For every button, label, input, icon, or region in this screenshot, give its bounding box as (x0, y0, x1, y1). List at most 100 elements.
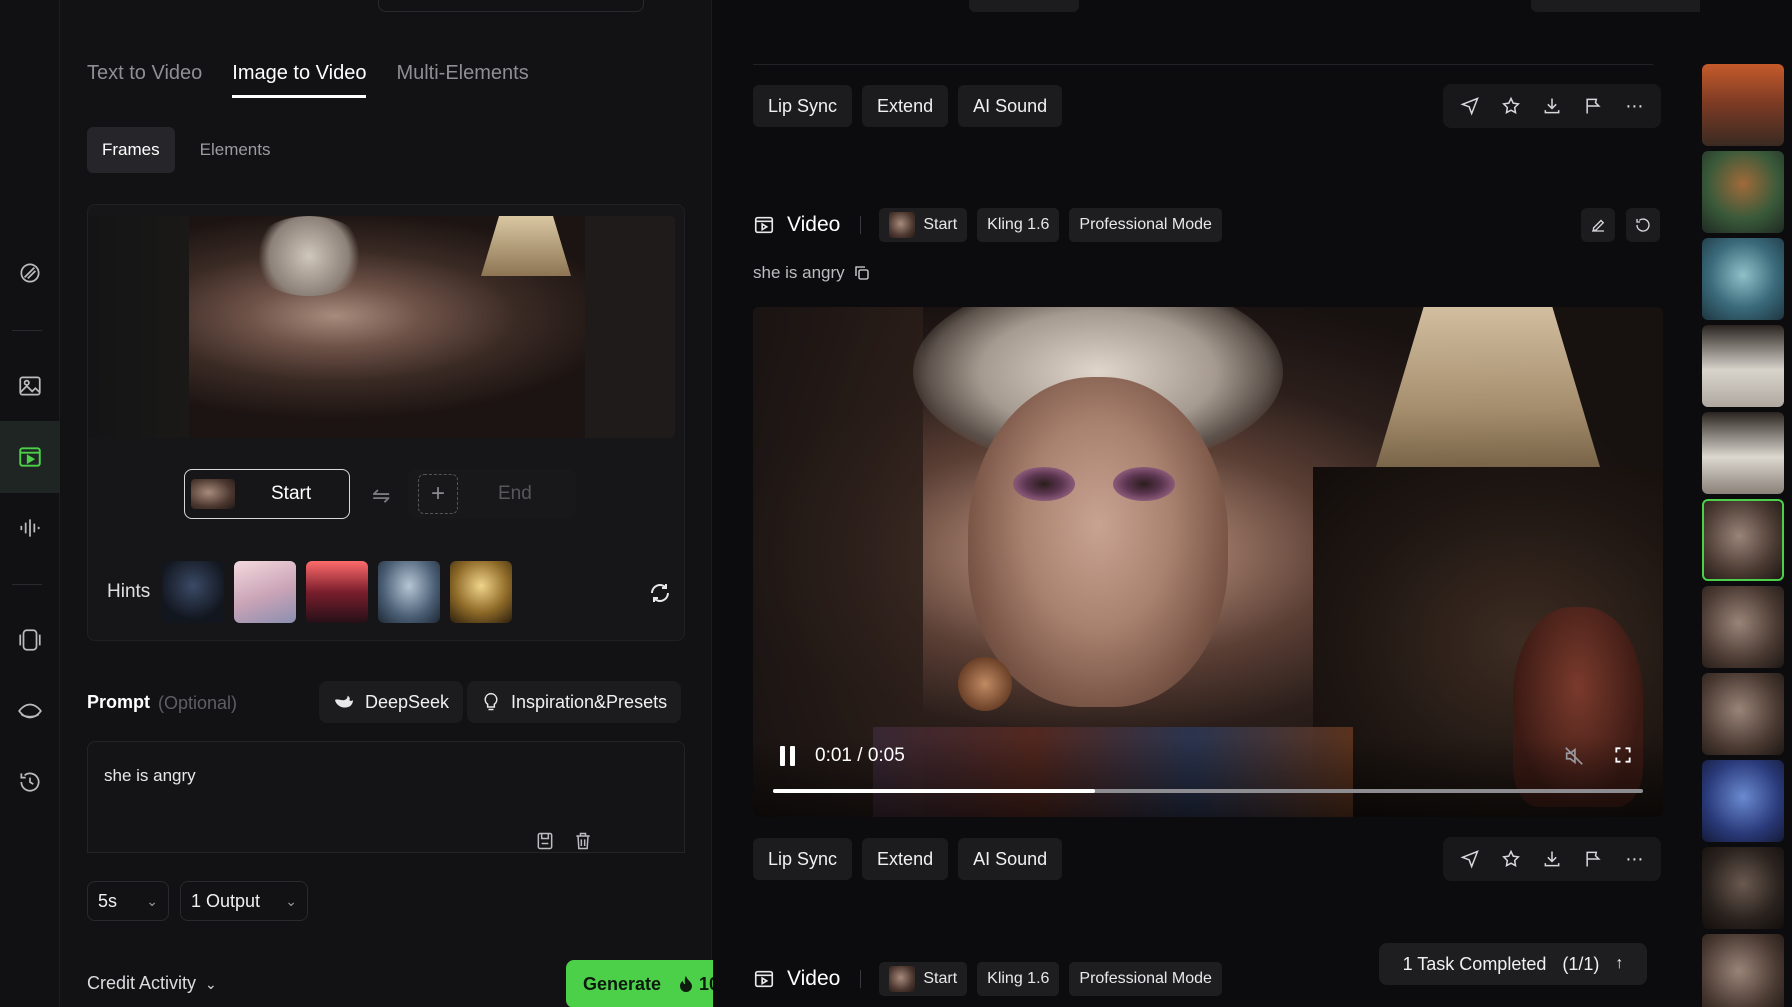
canvas-icon[interactable] (12, 622, 48, 658)
send-icon[interactable] (1458, 94, 1482, 118)
flame-icon (680, 976, 692, 992)
seek-bar[interactable] (773, 789, 1643, 793)
tab-text-to-video[interactable]: Text to Video (87, 62, 202, 98)
duration-select[interactable]: 5s ⌄ (87, 881, 169, 921)
video-eye (1013, 467, 1075, 501)
eye-icon[interactable] (12, 693, 48, 729)
history-icon[interactable] (12, 764, 48, 800)
chip-thumb (889, 966, 916, 992)
copy-icon[interactable] (853, 264, 871, 282)
video-eye (1113, 467, 1175, 501)
edit-icon[interactable] (1581, 208, 1615, 242)
history-thumb[interactable] (1702, 934, 1784, 1007)
send-icon[interactable] (1458, 847, 1482, 871)
save-icon[interactable] (534, 830, 556, 852)
pause-icon[interactable] (777, 744, 799, 768)
hint-thumb-castle[interactable] (378, 561, 440, 623)
ai-sound-button[interactable]: AI Sound (958, 85, 1063, 127)
prompt-label: Prompt (87, 692, 150, 712)
video-header-2: Video Start Kling 1.6 Professional Mode (753, 962, 1222, 996)
lip-sync-button[interactable]: Lip Sync (753, 85, 853, 127)
history-thumb[interactable] (1702, 760, 1784, 842)
start-frame-button[interactable]: Start (184, 469, 350, 519)
star-icon[interactable] (1499, 94, 1523, 118)
hint-thumb-pink[interactable] (234, 561, 296, 623)
time-separator: / (857, 745, 863, 766)
hint-thumb-sunset[interactable] (306, 561, 368, 623)
separator (860, 216, 862, 234)
chevron-down-icon: ⌄ (285, 892, 297, 909)
time-current: 0:01 (815, 745, 852, 766)
history-thumb[interactable] (1702, 325, 1784, 407)
time-display: 0:01 / 0:05 (815, 745, 905, 767)
inspiration-label: Inspiration&Presets (511, 691, 668, 712)
model-chip: Kling 1.6 (977, 962, 1060, 996)
credit-activity-dropdown[interactable]: Credit Activity ⌄ (87, 973, 217, 994)
video-prompt-text: she is angry (753, 263, 845, 282)
subtab-elements[interactable]: Elements (185, 127, 286, 173)
history-thumb[interactable] (1702, 151, 1784, 233)
history-thumb[interactable] (1702, 847, 1784, 929)
extend-button[interactable]: Extend (862, 838, 949, 880)
ai-sound-button[interactable]: AI Sound (958, 838, 1063, 880)
preview-lamp (481, 216, 571, 276)
icon-toolbar-top: ⋯ (1443, 84, 1661, 128)
action-row-bottom: Lip Sync Extend AI Sound (753, 838, 1063, 880)
image-icon[interactable] (12, 368, 48, 404)
mute-icon[interactable] (1563, 745, 1585, 772)
flag-icon[interactable] (1581, 847, 1605, 871)
credit-activity-label: Credit Activity (87, 973, 197, 993)
chevron-down-icon: ⌄ (205, 976, 217, 992)
video-icon[interactable] (12, 439, 48, 475)
subtab-frames[interactable]: Frames (87, 127, 175, 173)
rail-separator (12, 330, 42, 331)
model-chip: Kling 1.6 (977, 208, 1060, 242)
brush-icon[interactable] (12, 255, 48, 291)
start-frame-preview[interactable] (189, 216, 675, 438)
prompt-text[interactable]: she is angry (104, 766, 196, 786)
hint-thumb-eagle[interactable] (162, 561, 224, 623)
task-toast[interactable]: 1 Task Completed (1/1) ↑ (1379, 943, 1647, 985)
end-frame-button[interactable]: + End (408, 469, 576, 519)
tab-image-to-video[interactable]: Image to Video (232, 62, 367, 98)
video-icon (754, 970, 774, 988)
history-thumb[interactable] (1702, 64, 1784, 146)
prompt-textarea[interactable]: she is angry (87, 741, 685, 853)
time-total: 0:05 (867, 745, 905, 766)
outputs-select[interactable]: 1 Output ⌄ (180, 881, 308, 921)
download-icon[interactable] (1540, 847, 1564, 871)
mode-chip: Professional Mode (1069, 208, 1222, 242)
refresh-icon[interactable] (646, 579, 674, 607)
swap-icon[interactable]: ⇋ (372, 483, 390, 509)
hint-thumb-golden[interactable] (450, 561, 512, 623)
tab-multi-elements[interactable]: Multi-Elements (396, 62, 528, 98)
image-shadow (88, 216, 189, 438)
download-icon[interactable] (1540, 94, 1564, 118)
end-frame-label: End (498, 483, 532, 504)
prompt-optional-label: (Optional) (158, 693, 238, 713)
history-thumb[interactable] (1702, 673, 1784, 755)
mode-chip: Professional Mode (1069, 962, 1222, 996)
fullscreen-icon[interactable] (1613, 745, 1633, 770)
lip-sync-button[interactable]: Lip Sync (753, 838, 853, 880)
more-icon[interactable]: ⋯ (1622, 94, 1646, 118)
flag-icon[interactable] (1581, 94, 1605, 118)
arrow-up-icon[interactable]: ↑ (1615, 955, 1623, 973)
history-thumb[interactable] (1702, 238, 1784, 320)
history-thumb[interactable] (1702, 412, 1784, 494)
audio-wave-icon[interactable] (12, 510, 48, 546)
deepseek-button[interactable]: DeepSeek (319, 681, 464, 723)
toast-text: 1 Task Completed (1402, 953, 1547, 974)
video-prompt: she is angry (753, 263, 871, 283)
star-icon[interactable] (1499, 847, 1523, 871)
duration-value: 5s (98, 890, 118, 911)
history-thumb-selected[interactable] (1702, 499, 1784, 581)
trash-icon[interactable] (572, 830, 594, 852)
chip-mode-label: Professional Mode (1079, 216, 1212, 233)
video-player[interactable]: 0:01 / 0:05 (753, 307, 1663, 817)
extend-button[interactable]: Extend (862, 85, 949, 127)
inspiration-presets-button[interactable]: Inspiration&Presets (467, 681, 682, 723)
history-thumb[interactable] (1702, 586, 1784, 668)
regenerate-icon[interactable] (1626, 208, 1660, 242)
more-icon[interactable]: ⋯ (1622, 847, 1646, 871)
